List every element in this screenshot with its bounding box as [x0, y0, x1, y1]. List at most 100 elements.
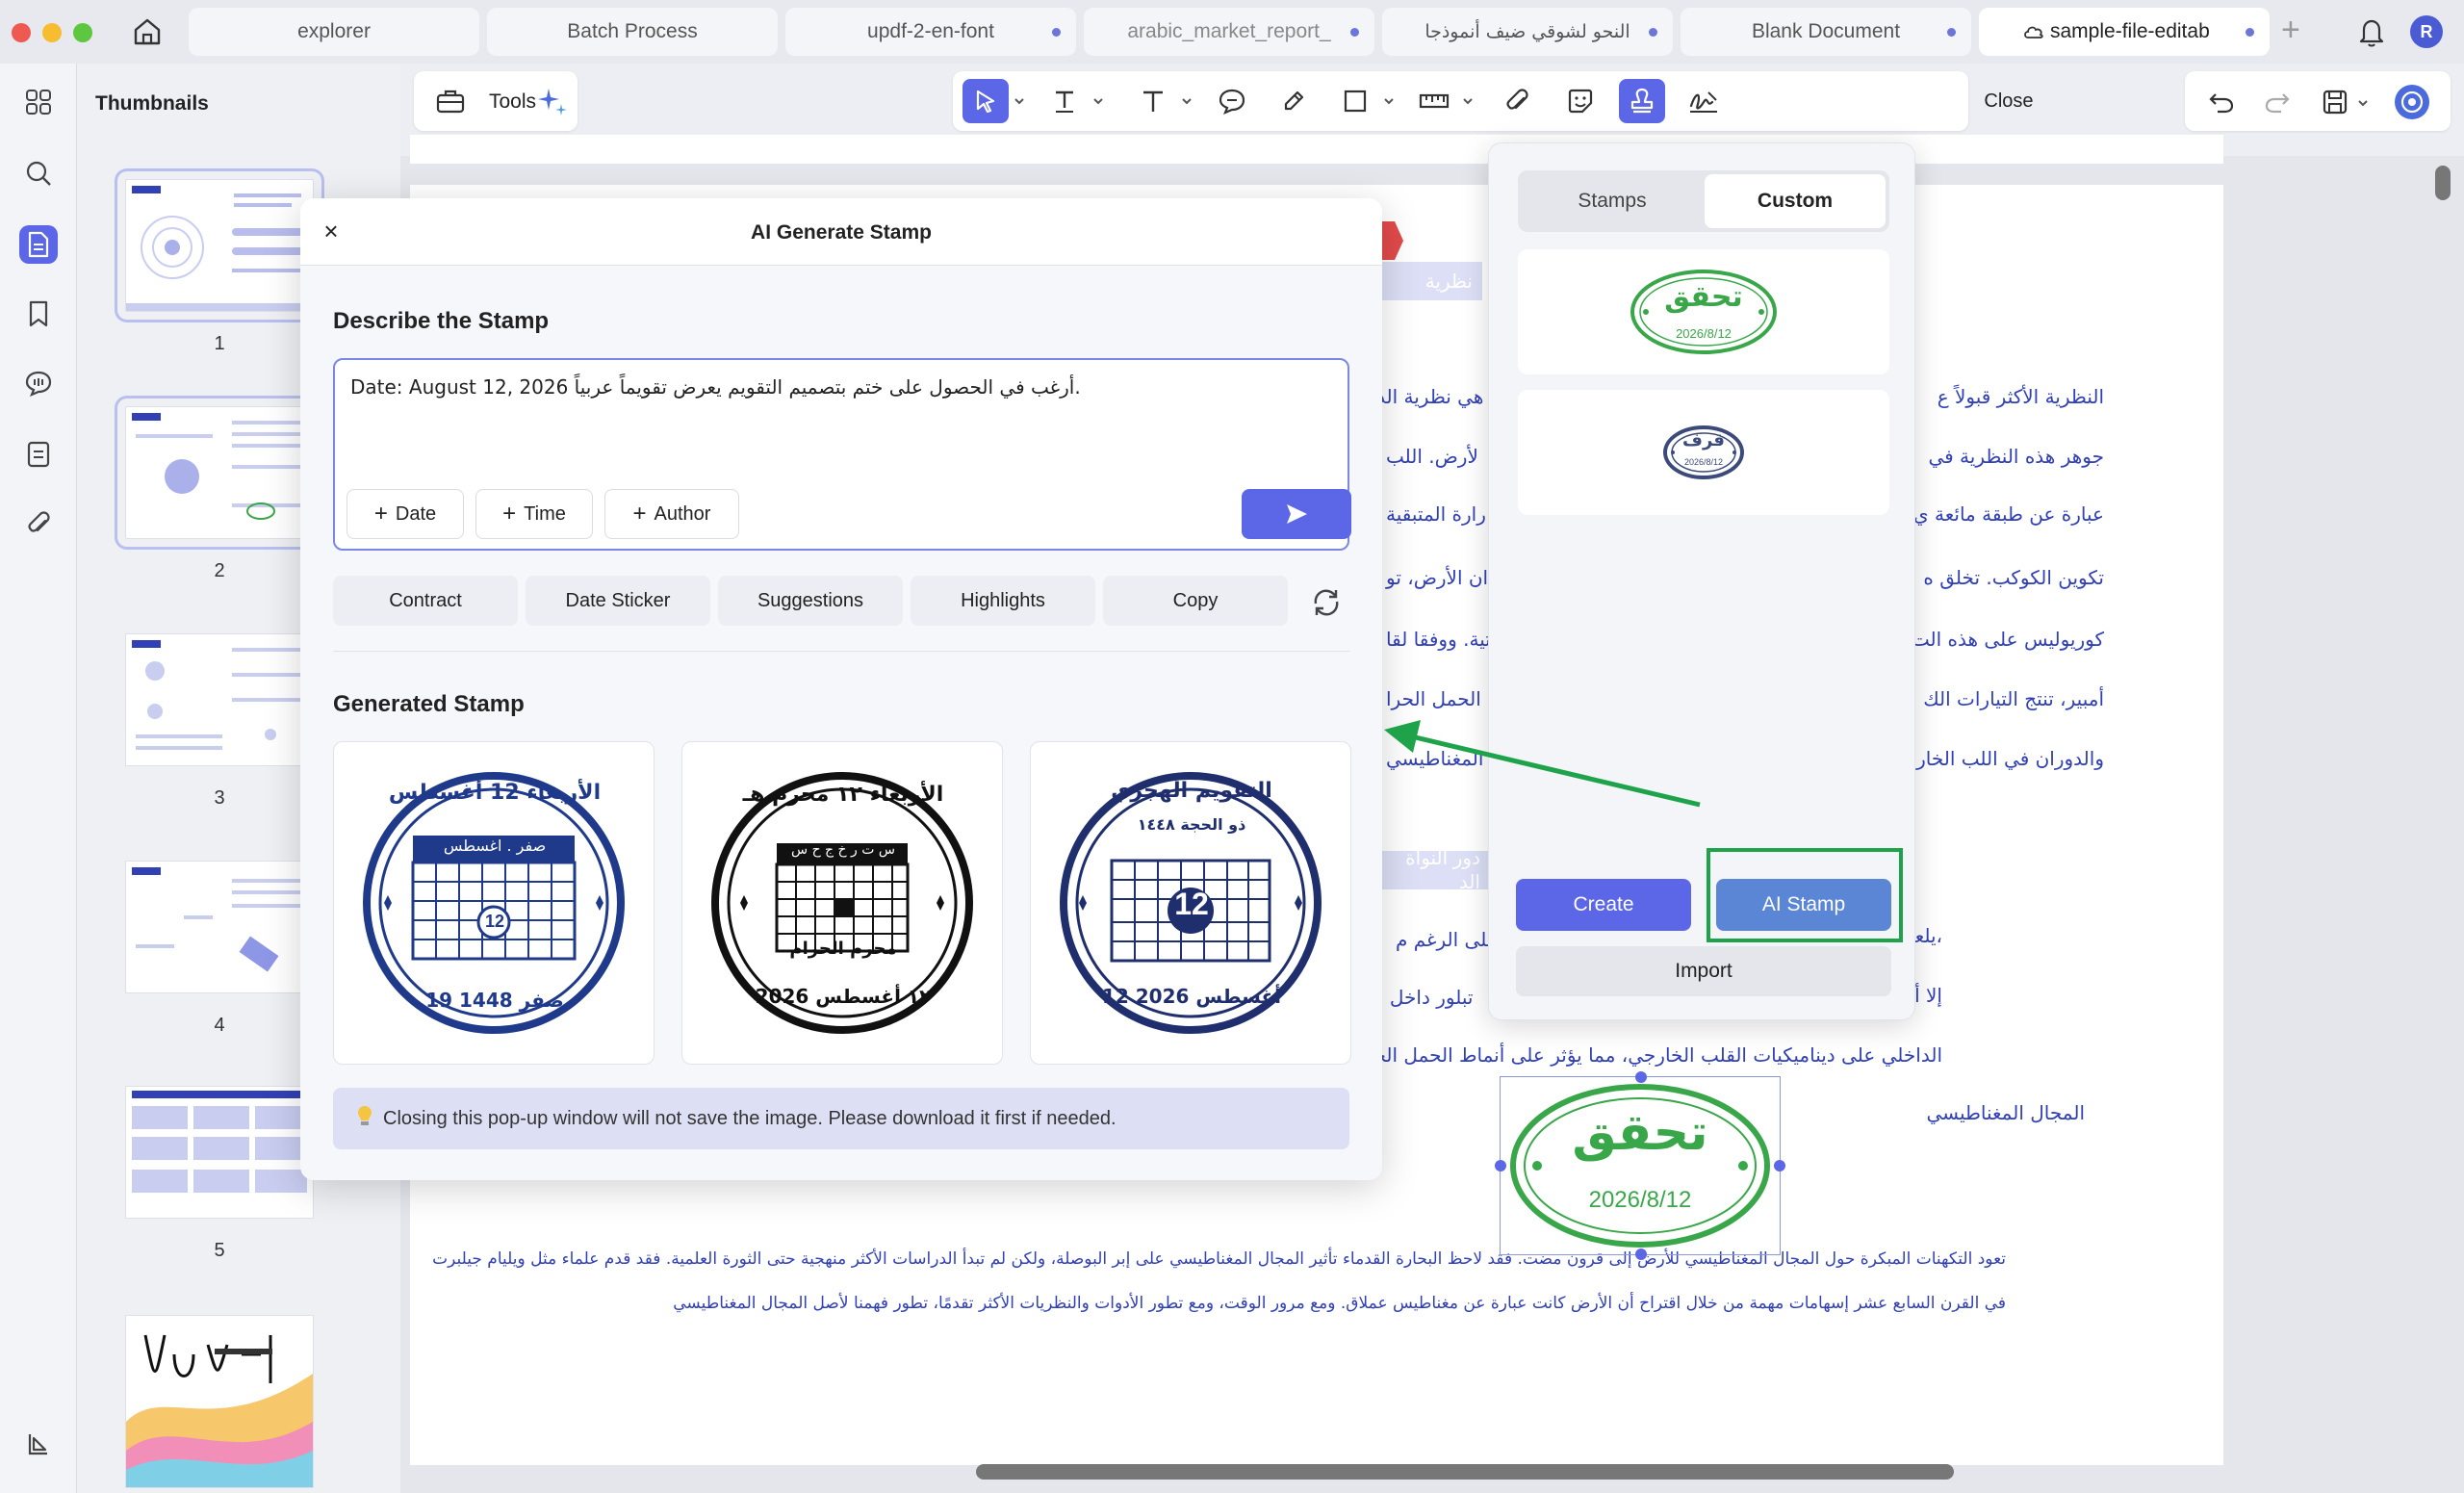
- attachment-icon[interactable]: [19, 504, 58, 543]
- unsaved-dot-icon: [1649, 28, 1657, 37]
- placed-stamp[interactable]: تحقق 2026/8/12: [1495, 1071, 1785, 1260]
- thumbnail-page-4[interactable]: [125, 861, 314, 993]
- stamp-type-segmented-control: Stamps Custom: [1518, 170, 1889, 232]
- refresh-icon[interactable]: [1309, 585, 1344, 620]
- ai-sparkle-icon[interactable]: [535, 85, 574, 123]
- new-tab-plus-icon[interactable]: +: [2281, 12, 2300, 49]
- window-minimize-button[interactable]: [42, 23, 62, 42]
- tab-arabic-market-report[interactable]: arabic_market_report_: [1084, 8, 1374, 56]
- tab-arabic-grammar[interactable]: النحو لشوقي ضيف أنموذجا: [1382, 8, 1673, 56]
- plus-icon: +: [632, 501, 647, 527]
- tab-updf-font[interactable]: updf-2-en-font: [785, 8, 1076, 56]
- save-icon[interactable]: [2320, 87, 2350, 117]
- measure-tool-button[interactable]: [1411, 79, 1457, 123]
- chevron-down-icon[interactable]: [1461, 94, 1475, 108]
- tab-blank-document[interactable]: Blank Document: [1681, 8, 1971, 56]
- attach-tool-button[interactable]: [1494, 79, 1540, 123]
- grid-apps-icon[interactable]: [19, 83, 58, 121]
- unsaved-dot-icon: [1350, 28, 1359, 37]
- add-time-button[interactable]: + Time: [475, 489, 593, 539]
- chevron-down-icon[interactable]: [1382, 94, 1396, 108]
- document-icon[interactable]: [19, 435, 58, 474]
- tab-explorer[interactable]: explorer: [189, 8, 479, 56]
- home-icon[interactable]: [129, 13, 166, 50]
- document-vertical-scrollbar[interactable]: [2435, 166, 2451, 200]
- add-author-button[interactable]: + Author: [604, 489, 739, 539]
- ai-assistant-icon[interactable]: [2395, 85, 2429, 119]
- pencil-icon: [1284, 90, 1304, 111]
- layers-bottom-icon[interactable]: [19, 1425, 58, 1463]
- sticker-tool-button[interactable]: [1557, 79, 1604, 123]
- resize-handle[interactable]: [1635, 1071, 1647, 1083]
- create-stamp-button[interactable]: Create: [1516, 879, 1691, 931]
- custom-stamp-item[interactable]: قرف 2026/8/12: [1518, 390, 1889, 515]
- preset-highlights-button[interactable]: Highlights: [911, 576, 1095, 626]
- document-horizontal-scrollbar[interactable]: [976, 1464, 1954, 1480]
- text-highlight-tool-button[interactable]: [1041, 79, 1088, 123]
- chevron-down-icon[interactable]: [1013, 94, 1026, 108]
- cloud-icon: [2024, 26, 2043, 39]
- signature-tool-button[interactable]: [1681, 79, 1727, 123]
- window-zoom-button[interactable]: [73, 23, 92, 42]
- import-stamp-button[interactable]: Import: [1516, 946, 1891, 996]
- thumbnail-page-6[interactable]: [125, 1315, 314, 1488]
- ai-generate-stamp-dialog: × AI Generate Stamp Describe the Stamp D…: [300, 198, 1382, 1180]
- tab-label: Blank Document: [1751, 20, 1901, 42]
- redo-icon[interactable]: [2262, 87, 2293, 117]
- tab-stamps[interactable]: Stamps: [1522, 174, 1703, 228]
- resize-handle[interactable]: [1774, 1160, 1785, 1171]
- tab-sample-file[interactable]: sample-file-editab: [1979, 8, 2270, 56]
- close-annotation-button[interactable]: Close: [1971, 79, 2046, 123]
- tab-batch-process[interactable]: Batch Process: [487, 8, 778, 56]
- preset-suggestions-button[interactable]: Suggestions: [718, 576, 903, 626]
- undo-icon[interactable]: [2206, 87, 2237, 117]
- generated-stamp-card[interactable]: الأربعاء 12 أغسطس صفر . اغسطس 12 19 صفر …: [333, 741, 654, 1065]
- thumbnail-page-2[interactable]: [115, 396, 324, 550]
- tab-custom[interactable]: Custom: [1705, 174, 1886, 228]
- tab-label: النحو لشوقي ضيف أنموذجا: [1424, 21, 1630, 42]
- plus-icon: +: [373, 501, 388, 527]
- paragraph-fragment: تبلور داخل ا: [1378, 986, 1474, 1009]
- pencil-tool-button[interactable]: [1270, 79, 1317, 123]
- dialog-divider: [333, 651, 1349, 652]
- thumbnail-page-1[interactable]: [115, 168, 324, 322]
- stamp-description-input[interactable]: Date: August 12, 2026 أرغب في الحصول على…: [333, 358, 1351, 551]
- comment-tool-button[interactable]: [1209, 79, 1255, 123]
- generated-stamp-card[interactable]: التقويم الهجري ذو الحجة ١٤٤٨ 12 12 أغسطس…: [1030, 741, 1351, 1065]
- chevron-down-icon[interactable]: [1180, 94, 1194, 108]
- comment-icon[interactable]: [19, 364, 58, 402]
- resize-handle[interactable]: [1635, 1248, 1647, 1260]
- bell-icon[interactable]: [2356, 15, 2387, 48]
- thumbnail-page-3[interactable]: [125, 633, 314, 766]
- paragraph-line: عبارة عن طبقة مائعة ي: [1913, 502, 2104, 526]
- thumbnail-page-5[interactable]: [125, 1086, 314, 1219]
- placed-stamp-text: تحقق: [1572, 1104, 1708, 1162]
- preset-copy-button[interactable]: Copy: [1103, 576, 1288, 626]
- generated-stamp-card[interactable]: الأربعاء ١٢ محرم هـ س ت ر خ ج ح س محرم ا…: [681, 741, 1003, 1065]
- chevron-down-icon[interactable]: [1091, 94, 1105, 108]
- stamp-tool-button[interactable]: [1619, 79, 1665, 123]
- right-tools-group: [2185, 71, 2451, 131]
- thumbnails-icon[interactable]: [19, 225, 58, 264]
- search-icon[interactable]: [19, 154, 58, 193]
- rectangle-icon: [1344, 90, 1367, 113]
- tab-label: explorer: [297, 20, 371, 42]
- ruler-icon: [1419, 93, 1450, 109]
- preset-date-sticker-button[interactable]: Date Sticker: [526, 576, 710, 626]
- annotation-tools-group: Close: [953, 71, 2046, 131]
- window-close-button[interactable]: [12, 23, 31, 42]
- resize-handle[interactable]: [1495, 1160, 1506, 1171]
- add-date-button[interactable]: + Date: [346, 489, 464, 539]
- shape-tool-button[interactable]: [1332, 79, 1378, 123]
- bookmark-icon[interactable]: [19, 295, 58, 333]
- stamp-popover: Stamps Custom تحقق 2026/8/12 قرف 2026/8/…: [1488, 142, 1915, 1020]
- preset-contract-button[interactable]: Contract: [333, 576, 518, 626]
- send-button[interactable]: [1242, 489, 1351, 539]
- select-tool-button[interactable]: [962, 79, 1009, 123]
- text-tool-button[interactable]: [1130, 79, 1176, 123]
- chevron-down-icon[interactable]: [2356, 96, 2370, 110]
- avatar[interactable]: R: [2410, 15, 2443, 48]
- custom-stamp-item[interactable]: تحقق 2026/8/12: [1518, 249, 1889, 374]
- paragraph-line: كوريوليس على هذه الت: [1911, 628, 2104, 651]
- stamp-top-text: التقويم الهجري: [1111, 779, 1272, 803]
